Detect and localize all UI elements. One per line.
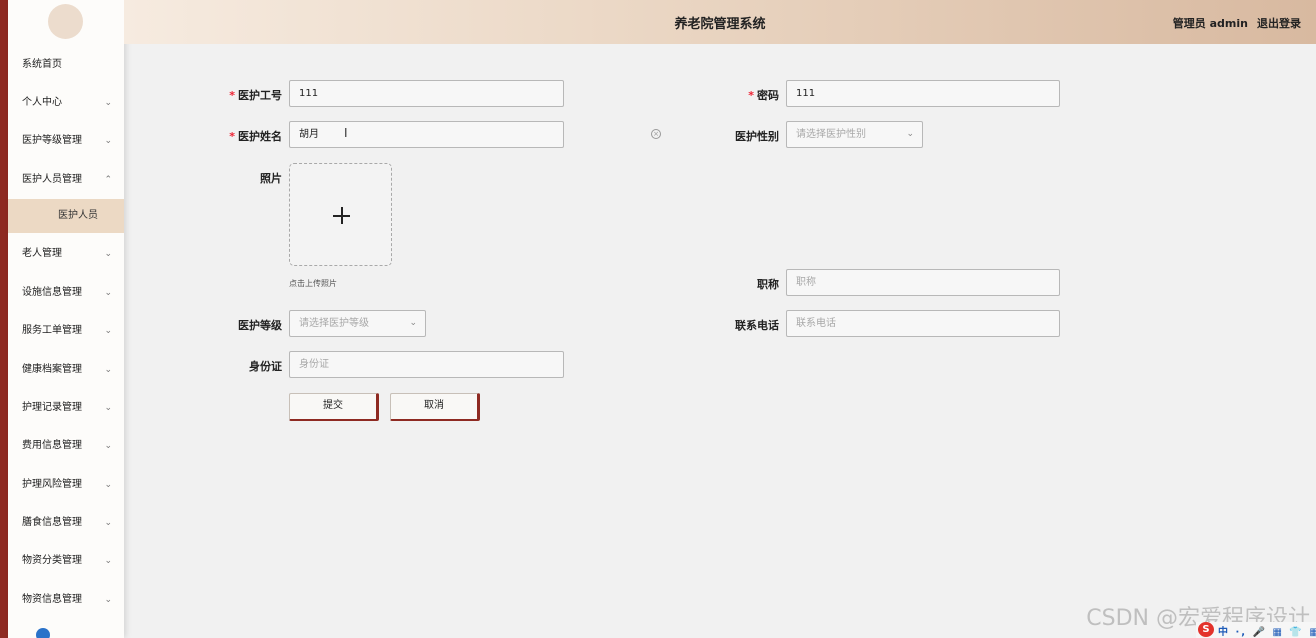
gender-select[interactable]: 请选择医护性别 ⌄ [786, 121, 923, 148]
chevron-down-icon: ⌄ [104, 136, 112, 146]
sidebar-item-supply-info[interactable]: 物资信息管理 ⌄ [8, 588, 124, 612]
sidebar-item-label: 老人管理 [22, 248, 62, 259]
chevron-down-icon: ⌄ [104, 365, 112, 375]
sidebar-item-label: 费用信息管理 [22, 440, 82, 451]
id-card-label: 身份证 [249, 360, 282, 373]
level-select-placeholder: 请选择医护等级 [299, 318, 369, 329]
password-input[interactable]: 111 [786, 80, 1060, 107]
sidebar-item-label: 医护人员管理 [22, 174, 82, 185]
submit-button[interactable]: 提交 [289, 393, 379, 421]
phone-label: 联系电话 [735, 319, 779, 332]
current-user: 管理员 admin [1172, 17, 1248, 30]
required-mark: * [748, 89, 754, 102]
password-label: * 密码 [740, 87, 779, 103]
plus-icon-vertical [341, 207, 343, 224]
chevron-down-icon: ⌄ [409, 318, 417, 328]
sidebar-item-label: 护理风险管理 [22, 479, 82, 490]
sidebar-item-risk[interactable]: 护理风险管理 ⌄ [8, 473, 124, 497]
chevron-down-icon: ⌄ [104, 441, 112, 451]
sidebar-item-elderly[interactable]: 老人管理 ⌄ [8, 242, 124, 266]
sidebar-item-label: 服务工单管理 [22, 325, 82, 336]
chevron-down-icon: ⌄ [104, 556, 112, 566]
staff-id-label-text: 医护工号 [238, 89, 282, 102]
sidebar-item-label: 物资分类管理 [22, 555, 82, 566]
top-header: 养老院管理系统 管理员 admin 退出登录 [124, 0, 1316, 44]
photo-label: 照片 [260, 172, 282, 185]
avatar[interactable] [48, 4, 83, 39]
sidebar-item-label: 设施信息管理 [22, 287, 82, 298]
left-border [0, 0, 8, 638]
sidebar-item-supply-category[interactable]: 物资分类管理 ⌄ [8, 549, 124, 573]
sidebar-item-staff-level[interactable]: 医护等级管理 ⌄ [8, 129, 124, 153]
logout-link[interactable]: 退出登录 [1257, 15, 1301, 31]
chevron-down-icon: ⌄ [104, 249, 112, 259]
sidebar-item-facility[interactable]: 设施信息管理 ⌄ [8, 281, 124, 305]
sidebar-item-label: 个人中心 [22, 97, 62, 108]
app-title: 养老院管理系统 [674, 17, 766, 32]
sidebar-item-fee[interactable]: 费用信息管理 ⌄ [8, 434, 124, 458]
app-window: 系统首页 个人中心 ⌄ 医护等级管理 ⌄ 医护人员管理 ⌃ 医护人员 老人管理 … [0, 0, 1316, 638]
clear-icon[interactable]: × [651, 129, 661, 139]
sidebar-item-home[interactable]: 系统首页 [8, 53, 124, 77]
staff-id-input[interactable]: 111 [289, 80, 564, 107]
sidebar-item-meal[interactable]: 膳食信息管理 ⌄ [8, 511, 124, 535]
chevron-down-icon: ⌄ [104, 518, 112, 528]
photo-uploader[interactable] [289, 163, 392, 266]
sidebar-subitem-label: 医护人员 [58, 210, 98, 221]
chevron-up-icon: ⌃ [104, 175, 112, 185]
chevron-down-icon: ⌄ [906, 129, 914, 139]
cancel-button[interactable]: 取消 [390, 393, 480, 421]
sidebar-item-label: 医护等级管理 [22, 135, 82, 146]
chevron-down-icon: ⌄ [104, 595, 112, 605]
sidebar-item-label: 物资信息管理 [22, 594, 82, 605]
level-select[interactable]: 请选择医护等级 ⌄ [289, 310, 426, 337]
id-card-input[interactable]: 身份证 [289, 351, 564, 378]
floating-ball-icon[interactable] [36, 628, 50, 638]
sidebar-item-health[interactable]: 健康档案管理 ⌄ [8, 358, 124, 382]
upload-hint: 点击上传照片 [289, 279, 337, 288]
gender-select-placeholder: 请选择医护性别 [796, 129, 866, 140]
sogou-icon: S [1198, 622, 1214, 637]
sidebar: 系统首页 个人中心 ⌄ 医护等级管理 ⌄ 医护人员管理 ⌃ 医护人员 老人管理 … [8, 0, 124, 638]
chevron-down-icon: ⌄ [104, 326, 112, 336]
gender-label: 医护性别 [735, 130, 779, 143]
ime-toolbar[interactable]: S 中 ·, 🎤 ▦ 👕 ▦ [1196, 622, 1316, 638]
chevron-down-icon: ⌄ [104, 288, 112, 298]
staff-name-input[interactable]: 胡月 [289, 121, 564, 148]
sidebar-item-staff[interactable]: 医护人员管理 ⌃ [8, 168, 124, 192]
staff-name-label: * 医护姓名 [226, 128, 282, 144]
staff-name-label-text: 医护姓名 [238, 130, 282, 143]
text-cursor-icon: I [344, 126, 348, 140]
password-label-text: 密码 [757, 89, 779, 102]
ime-status: 中 ·, 🎤 ▦ 👕 ▦ [1218, 627, 1316, 638]
sidebar-item-label: 系统首页 [22, 59, 62, 70]
sidebar-item-label: 健康档案管理 [22, 364, 82, 375]
chevron-down-icon: ⌄ [104, 403, 112, 413]
title-label: 职称 [757, 278, 779, 291]
phone-input[interactable]: 联系电话 [786, 310, 1060, 337]
sidebar-item-profile[interactable]: 个人中心 ⌄ [8, 91, 124, 115]
chevron-down-icon: ⌄ [104, 480, 112, 490]
chevron-down-icon: ⌄ [104, 98, 112, 108]
level-label: 医护等级 [238, 319, 282, 332]
sidebar-item-label: 护理记录管理 [22, 402, 82, 413]
required-mark: * [229, 89, 235, 102]
staff-id-label: * 医护工号 [226, 87, 282, 103]
sidebar-item-label: 膳食信息管理 [22, 517, 82, 528]
sidebar-item-workorder[interactable]: 服务工单管理 ⌄ [8, 319, 124, 343]
sidebar-item-care-record[interactable]: 护理记录管理 ⌄ [8, 396, 124, 420]
required-mark: * [229, 130, 235, 143]
title-input[interactable]: 职称 [786, 269, 1060, 296]
sidebar-subitem-staff[interactable]: 医护人员 [8, 199, 124, 233]
